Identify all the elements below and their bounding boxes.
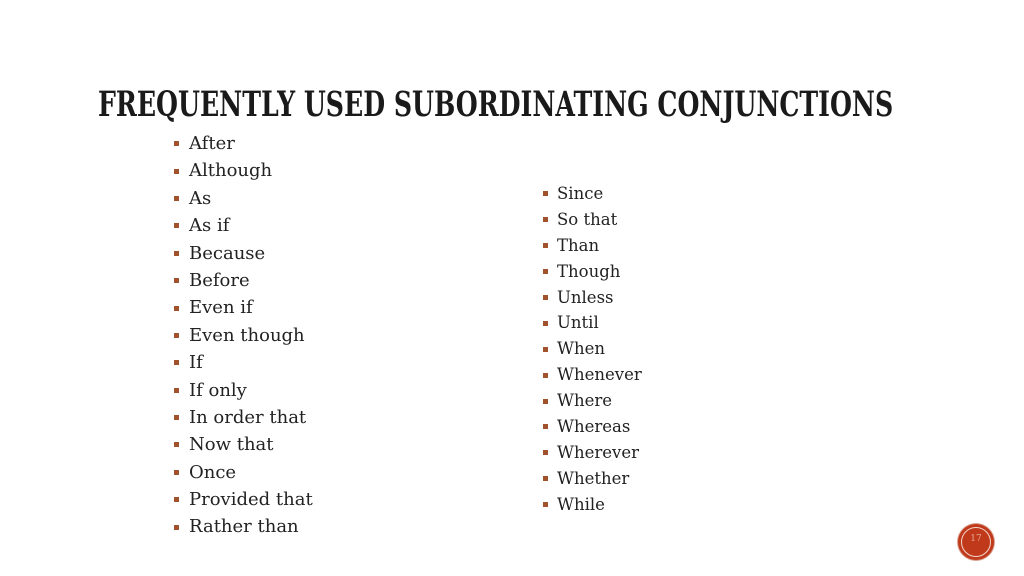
conjunction-text: Though (557, 261, 621, 281)
conjunction-text: Until (557, 313, 599, 333)
list-item: Once (174, 459, 313, 486)
conjunction-list-right: Since So that Than Though Unless Until When Whe… (543, 181, 642, 518)
conjunction-text: As if (189, 215, 230, 237)
list-item: If (174, 349, 313, 376)
slide-number: 17 (970, 534, 982, 544)
conjunction-text: As (189, 187, 212, 209)
conjunction-text: Whether (557, 468, 630, 488)
conjunction-list-left: After Although As As if Because Before Even if… (174, 130, 313, 541)
list-item: Where (543, 388, 642, 414)
list-item: Until (543, 310, 642, 336)
conjunction-text: After (189, 133, 235, 154)
slide-title: FREQUENTLY USED SUBORDINATING CONJUNCTIO… (98, 84, 894, 125)
list-item: In order that (174, 404, 313, 431)
square-bullet-icon (543, 424, 548, 430)
square-bullet-icon (174, 278, 179, 284)
square-bullet-icon (174, 387, 179, 393)
list-item: Although (174, 157, 313, 184)
square-bullet-icon (174, 332, 179, 338)
conjunction-text: If (189, 352, 203, 374)
conjunction-text: Even though (189, 324, 305, 346)
list-item: While (543, 492, 642, 518)
square-bullet-icon (174, 305, 179, 311)
conjunction-text: Unless (557, 287, 614, 307)
square-bullet-icon (543, 191, 548, 197)
list-item: So that (543, 207, 642, 233)
conjunction-text: Wherever (557, 442, 639, 462)
list-item: Rather than (174, 513, 313, 540)
square-bullet-icon (543, 269, 548, 275)
square-bullet-icon (174, 469, 179, 475)
list-item: Now that (174, 431, 313, 458)
conjunction-text: Although (189, 160, 273, 182)
list-item: Than (543, 233, 642, 259)
square-bullet-icon (543, 450, 548, 456)
list-item: Whenever (543, 362, 642, 388)
list-item: Since (543, 181, 642, 207)
conjunction-text: While (557, 494, 605, 514)
conjunction-text: Before (189, 269, 250, 291)
square-bullet-icon (543, 243, 548, 249)
square-bullet-icon (174, 168, 179, 174)
square-bullet-icon (543, 476, 548, 482)
conjunction-text: Once (189, 461, 237, 483)
square-bullet-icon (174, 195, 179, 201)
square-bullet-icon (174, 250, 179, 256)
square-bullet-icon (543, 502, 548, 508)
list-item: Provided that (174, 486, 313, 513)
list-item: Even though (174, 322, 313, 349)
square-bullet-icon (174, 497, 179, 503)
conjunction-text: If only (189, 379, 247, 401)
slide-number-badge: 17 (958, 524, 994, 560)
conjunction-text: Than (557, 235, 600, 255)
square-bullet-icon (543, 398, 548, 404)
square-bullet-icon (543, 295, 548, 300)
square-bullet-icon (543, 320, 548, 326)
conjunction-text: Since (557, 184, 604, 203)
conjunction-text: Where (557, 391, 613, 411)
list-item: Before (174, 267, 313, 294)
conjunction-text: Whenever (557, 365, 642, 385)
conjunction-text: Whereas (557, 417, 631, 437)
conjunction-text: So that (557, 209, 618, 229)
square-bullet-icon (543, 372, 548, 378)
list-item: Whether (543, 466, 642, 492)
list-item: Though (543, 259, 642, 285)
list-item: As (174, 185, 313, 212)
square-bullet-icon (174, 223, 179, 229)
list-item: Whereas (543, 414, 642, 440)
square-bullet-icon (174, 360, 179, 366)
list-item: If only (174, 377, 313, 404)
square-bullet-icon (543, 217, 548, 223)
conjunction-text: When (557, 339, 605, 359)
list-item: Unless (543, 285, 642, 311)
conjunction-text: Now that (189, 434, 274, 456)
list-item: Even if (174, 294, 313, 321)
conjunction-text: Even if (189, 297, 253, 319)
square-bullet-icon (174, 415, 179, 421)
square-bullet-icon (174, 524, 179, 530)
list-item: When (543, 336, 642, 362)
conjunction-text: Provided that (189, 489, 313, 511)
conjunction-text: Because (189, 242, 266, 264)
conjunction-text: Rather than (189, 516, 299, 538)
list-item: Because (174, 240, 313, 267)
square-bullet-icon (174, 141, 179, 147)
list-item: Wherever (543, 440, 642, 466)
list-item: After (174, 130, 313, 157)
list-item: As if (174, 212, 313, 239)
square-bullet-icon (174, 442, 179, 448)
square-bullet-icon (543, 346, 548, 352)
conjunction-text: In order that (189, 406, 307, 428)
